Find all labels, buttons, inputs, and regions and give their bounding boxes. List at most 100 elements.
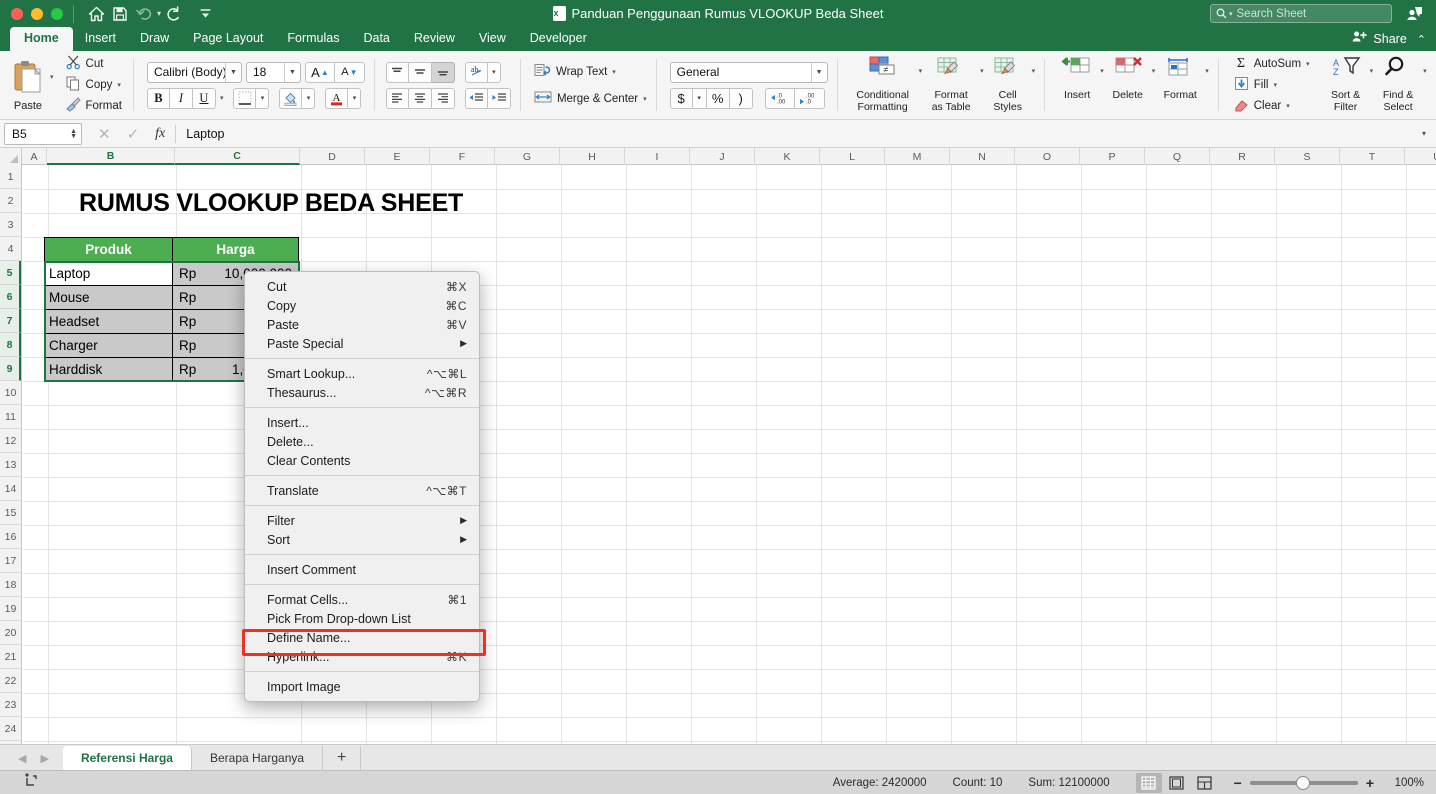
align-right-button[interactable]: [431, 87, 455, 109]
row-header-16[interactable]: 16: [0, 525, 21, 549]
text-orientation-dropdown-caret-icon[interactable]: ▾: [487, 61, 501, 83]
ribbon-tab-insert[interactable]: Insert: [73, 27, 128, 51]
zoom-control[interactable]: − +: [1234, 775, 1374, 791]
account-icon[interactable]: [1406, 5, 1424, 28]
column-header-B[interactable]: B: [47, 148, 175, 165]
column-header-A[interactable]: A: [22, 148, 47, 165]
cell-B9[interactable]: Harddisk: [44, 357, 173, 382]
page-layout-view-icon[interactable]: [1164, 773, 1190, 793]
search-input[interactable]: ▾ Search Sheet: [1210, 4, 1392, 23]
expand-formula-bar-icon[interactable]: ▾: [1422, 129, 1426, 138]
row-header-8[interactable]: 8: [0, 333, 21, 357]
row-header-4[interactable]: 4: [0, 237, 21, 261]
ribbon-tab-page-layout[interactable]: Page Layout: [181, 27, 275, 51]
row-header-23[interactable]: 23: [0, 693, 21, 717]
font-color-button[interactable]: A: [325, 87, 349, 109]
sheet-tab-referensi-harga[interactable]: Referensi Harga: [62, 746, 192, 770]
format-as-table-button[interactable]: Format as Table: [922, 53, 980, 117]
formula-input[interactable]: Laptop: [186, 127, 224, 141]
menu-item-cut[interactable]: Cut ⌘X: [245, 277, 479, 296]
align-bottom-button[interactable]: [431, 61, 455, 83]
cell-B6[interactable]: Mouse: [44, 285, 173, 310]
row-header-14[interactable]: 14: [0, 477, 21, 501]
menu-item-hyperlink[interactable]: Hyperlink... ⌘K: [245, 647, 479, 666]
row-header-17[interactable]: 17: [0, 549, 21, 573]
column-header-T[interactable]: T: [1340, 148, 1405, 165]
column-header-J[interactable]: J: [690, 148, 755, 165]
menu-item-define-name[interactable]: Define Name...: [245, 628, 479, 647]
zoom-percentage[interactable]: 100%: [1384, 777, 1424, 789]
wrap-text-dropdown-caret-icon[interactable]: ▾: [612, 68, 616, 76]
ribbon-tab-view[interactable]: View: [467, 27, 518, 51]
underline-dropdown-caret-icon[interactable]: ▾: [220, 94, 224, 102]
autosum-button[interactable]: Σ AutoSum ▾: [1232, 54, 1312, 74]
add-sheet-button[interactable]: +: [323, 746, 362, 770]
table-header-harga[interactable]: Harga: [172, 237, 299, 262]
row-header-24[interactable]: 24: [0, 717, 21, 741]
zoom-slider-handle[interactable]: [1295, 775, 1310, 790]
underline-button[interactable]: U: [192, 87, 216, 109]
menu-item-insert[interactable]: Insert...: [245, 413, 479, 432]
row-header-11[interactable]: 11: [0, 405, 21, 429]
zoom-in-button[interactable]: +: [1366, 775, 1374, 791]
column-header-K[interactable]: K: [755, 148, 820, 165]
row-header-6[interactable]: 6: [0, 285, 21, 309]
menu-item-paste[interactable]: Paste ⌘V: [245, 315, 479, 334]
currency-format-button[interactable]: $: [669, 87, 693, 109]
delete-cells-button[interactable]: Delete: [1104, 53, 1152, 117]
ribbon-tab-draw[interactable]: Draw: [128, 27, 181, 51]
row-header-22[interactable]: 22: [0, 669, 21, 693]
column-header-M[interactable]: M: [885, 148, 950, 165]
conditional-formatting-button[interactable]: ≠ Conditional Formatting: [847, 53, 919, 117]
borders-dropdown-caret-icon[interactable]: ▾: [256, 87, 270, 109]
increase-decimal-button[interactable]: .0.00: [764, 87, 795, 109]
cell-B7[interactable]: Headset: [44, 309, 173, 334]
cell-B5[interactable]: Laptop: [44, 261, 173, 286]
menu-item-clear-contents[interactable]: Clear Contents: [245, 451, 479, 470]
select-all-button[interactable]: [0, 148, 22, 165]
next-sheet-icon[interactable]: ▶: [40, 752, 48, 765]
search-scope-caret-icon[interactable]: ▾: [1229, 10, 1233, 18]
ribbon-tab-formulas[interactable]: Formulas: [275, 27, 351, 51]
row-header-13[interactable]: 13: [0, 453, 21, 477]
text-orientation-button[interactable]: ab: [464, 61, 488, 83]
increase-font-size-button[interactable]: A ▲: [304, 61, 335, 83]
column-header-G[interactable]: G: [495, 148, 560, 165]
column-header-P[interactable]: P: [1080, 148, 1145, 165]
column-header-H[interactable]: H: [560, 148, 625, 165]
sort-filter-button[interactable]: A Z Sort & Filter: [1322, 53, 1370, 117]
row-header-15[interactable]: 15: [0, 501, 21, 525]
bold-button[interactable]: B: [146, 87, 170, 109]
merge-center-button[interactable]: Merge & Center ▾: [534, 88, 647, 109]
paste-button[interactable]: Paste: [6, 54, 50, 116]
align-left-button[interactable]: [385, 87, 409, 109]
column-header-N[interactable]: N: [950, 148, 1015, 165]
column-header-I[interactable]: I: [625, 148, 690, 165]
percent-format-button[interactable]: %: [706, 87, 730, 109]
menu-item-filter[interactable]: Filter ▶: [245, 511, 479, 530]
customize-toolbar-icon[interactable]: [193, 3, 217, 25]
column-header-E[interactable]: E: [365, 148, 430, 165]
align-top-button[interactable]: [385, 61, 409, 83]
chevron-down-icon[interactable]: ▼: [810, 62, 827, 82]
menu-item-delete[interactable]: Delete...: [245, 432, 479, 451]
collapse-ribbon-icon[interactable]: ⌃: [1417, 33, 1426, 46]
zoom-slider[interactable]: [1249, 775, 1358, 790]
menu-item-sort[interactable]: Sort ▶: [245, 530, 479, 549]
comma-format-button[interactable]: ): [729, 87, 753, 109]
ribbon-tab-review[interactable]: Review: [402, 27, 467, 51]
chevron-down-icon[interactable]: ▼: [283, 62, 300, 82]
number-format-select[interactable]: General ▼: [669, 61, 828, 83]
row-header-5[interactable]: 5: [0, 261, 21, 285]
menu-item-smart-lookup[interactable]: Smart Lookup... ^⌥⌘L: [245, 364, 479, 383]
share-button[interactable]: Share: [1373, 32, 1406, 46]
decrease-decimal-button[interactable]: .00.0: [794, 87, 825, 109]
copy-dropdown-caret-icon[interactable]: ▾: [117, 81, 121, 89]
page-break-view-icon[interactable]: [1192, 773, 1218, 793]
zoom-out-button[interactable]: −: [1234, 775, 1242, 791]
align-middle-button[interactable]: [408, 61, 432, 83]
borders-button[interactable]: [233, 87, 257, 109]
save-icon[interactable]: [108, 3, 132, 25]
column-header-S[interactable]: S: [1275, 148, 1340, 165]
name-box-spinner-icon[interactable]: ▲ ▼: [70, 128, 77, 140]
